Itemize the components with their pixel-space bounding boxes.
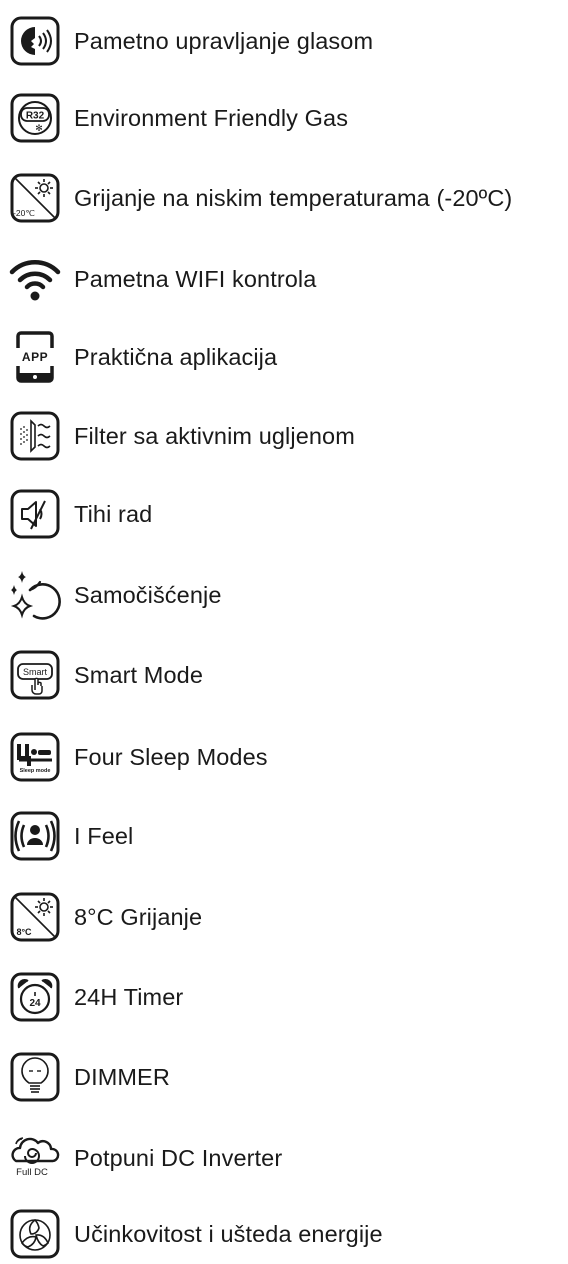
feature-item: APP Praktična aplikacija bbox=[8, 327, 564, 387]
feature-item: Pametno upravljanje glasom bbox=[8, 11, 564, 71]
timer-24-text: 24 bbox=[29, 998, 41, 1009]
feature-label: I Feel bbox=[74, 823, 134, 849]
app-phone-icon: APP bbox=[8, 330, 62, 384]
feature-label: Smart Mode bbox=[74, 662, 203, 688]
feature-label: Pametna WIFI kontrola bbox=[74, 266, 317, 292]
eco-energy-icon bbox=[8, 1207, 62, 1261]
feature-label: Pametno upravljanje glasom bbox=[74, 28, 374, 54]
dimmer-bulb-icon bbox=[8, 1050, 62, 1104]
feature-label: 24H Timer bbox=[74, 984, 184, 1010]
wifi-icon bbox=[8, 252, 62, 306]
feature-item: Sleep mode Four Sleep Modes bbox=[8, 727, 564, 787]
full-dc-inverter-icon: Full DC bbox=[8, 1131, 62, 1185]
low-temp-heating-icon: -20℃ bbox=[8, 171, 62, 225]
feature-label: Učinkovitost i ušteda energije bbox=[74, 1221, 383, 1247]
r32-gas-icon: R32 ✻ bbox=[8, 91, 62, 145]
feature-item: 24 24H Timer bbox=[8, 967, 564, 1027]
feature-label: Grijanje na niskim temperaturama (-20ºC) bbox=[74, 185, 513, 211]
sleep-mode-icon: Sleep mode bbox=[8, 730, 62, 784]
feature-item: I Feel bbox=[8, 806, 564, 866]
minus20-text: -20℃ bbox=[13, 208, 35, 218]
feature-item: R32 ✻ Environment Friendly Gas bbox=[8, 88, 564, 148]
svg-text:✻: ✻ bbox=[35, 124, 43, 134]
i-feel-icon bbox=[8, 809, 62, 863]
feature-label: Filter sa aktivnim ugljenom bbox=[74, 423, 355, 449]
timer-24h-icon: 24 bbox=[8, 970, 62, 1024]
feature-item: -20℃ Grijanje na niskim temperaturama (-… bbox=[8, 168, 564, 228]
feature-label: Samočišćenje bbox=[74, 582, 222, 608]
8c-text: 8°C bbox=[16, 927, 32, 937]
feature-item: Tihi rad bbox=[8, 484, 564, 544]
smart-mode-icon: Smart bbox=[8, 648, 62, 702]
feature-label: Tihi rad bbox=[74, 501, 153, 527]
feature-label: Praktična aplikacija bbox=[74, 344, 278, 370]
feature-item: Pametna WIFI kontrola bbox=[8, 249, 564, 309]
r32-text: R32 bbox=[26, 111, 45, 122]
feature-label: Four Sleep Modes bbox=[74, 744, 268, 770]
voice-control-icon bbox=[8, 14, 62, 68]
feature-item: DIMMER bbox=[8, 1047, 564, 1107]
feature-label: DIMMER bbox=[74, 1064, 170, 1090]
8c-heating-icon: 8°C bbox=[8, 890, 62, 944]
mute-speaker-icon bbox=[8, 487, 62, 541]
feature-label: Potpuni DC Inverter bbox=[74, 1145, 283, 1171]
feature-item: 8°C 8°C Grijanje bbox=[8, 887, 564, 947]
feature-item: Full DC Potpuni DC Inverter bbox=[8, 1128, 564, 1188]
feature-label: Environment Friendly Gas bbox=[74, 105, 349, 131]
app-text: APP bbox=[22, 350, 48, 364]
sleep-mode-text: Sleep mode bbox=[20, 768, 51, 774]
feature-item: Smart Smart Mode bbox=[8, 645, 564, 705]
carbon-filter-icon bbox=[8, 409, 62, 463]
feature-item: Filter sa aktivnim ugljenom bbox=[8, 406, 564, 466]
feature-item: Samočišćenje bbox=[8, 565, 564, 625]
feature-item: Učinkovitost i ušteda energije bbox=[8, 1204, 564, 1264]
smart-text: Smart bbox=[23, 667, 48, 677]
full-dc-text: Full DC bbox=[16, 1167, 48, 1178]
feature-label: 8°C Grijanje bbox=[74, 904, 203, 930]
self-clean-icon bbox=[8, 568, 62, 622]
